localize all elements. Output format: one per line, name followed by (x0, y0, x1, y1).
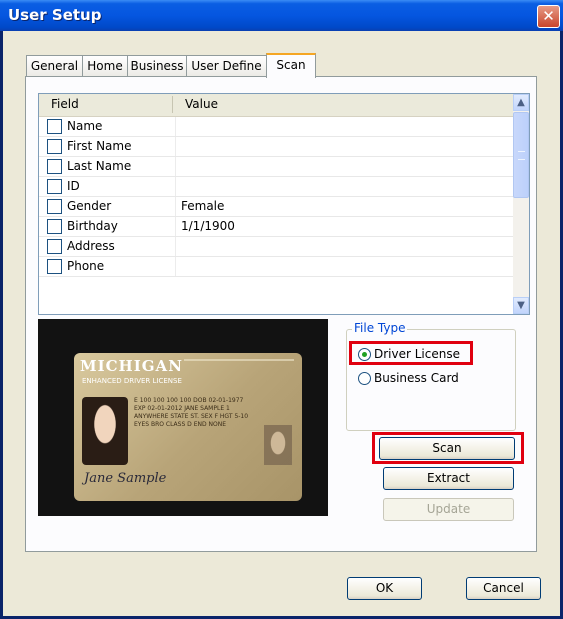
row-checkbox[interactable] (47, 199, 62, 214)
user-setup-window: User Setup ✕ General Home Business User … (0, 0, 563, 619)
field-cell: ID (67, 179, 80, 193)
cell-divider (175, 157, 176, 176)
cell-divider (175, 257, 176, 276)
cell-divider (175, 237, 176, 256)
bridge-graphic (184, 359, 294, 391)
grid-row[interactable]: ID (39, 177, 513, 197)
grid-header: Field Value (39, 94, 513, 117)
scanned-image-preview: MICHIGAN ENHANCED DRIVER LICENSE E 100 1… (38, 319, 328, 516)
row-checkbox[interactable] (47, 179, 62, 194)
tab-user-define[interactable]: User Define (186, 55, 267, 76)
ok-button[interactable]: OK (347, 577, 422, 600)
value-column-header[interactable]: Value (185, 97, 218, 111)
tab-business[interactable]: Business (127, 55, 187, 76)
scroll-thumb[interactable] (513, 112, 529, 198)
grid-row[interactable]: Name (39, 117, 513, 137)
cancel-button[interactable]: Cancel (466, 577, 541, 600)
grid-row[interactable]: Last Name (39, 157, 513, 177)
extract-button[interactable]: Extract (383, 467, 514, 490)
grip-icon (518, 151, 525, 160)
tab-home[interactable]: Home (82, 55, 128, 76)
close-button[interactable]: ✕ (537, 5, 560, 28)
signature: Jane Sample (84, 471, 167, 486)
field-cell: Phone (67, 259, 105, 273)
field-cell: Birthday (67, 219, 118, 233)
value-cell[interactable]: Female (181, 199, 224, 213)
highlight-box-scan (372, 432, 524, 464)
grid-row[interactable]: Address (39, 237, 513, 257)
row-checkbox[interactable] (47, 119, 62, 134)
title-bar[interactable]: User Setup ✕ (0, 0, 563, 31)
cell-divider (175, 197, 176, 216)
field-cell: Gender (67, 199, 112, 213)
cell-divider (175, 137, 176, 156)
cell-divider (175, 117, 176, 136)
cell-divider (175, 177, 176, 196)
field-cell: Address (67, 239, 115, 253)
window-title: User Setup (8, 6, 102, 24)
tab-general[interactable]: General (26, 55, 83, 76)
scroll-up-button[interactable]: ▲ (513, 94, 529, 111)
field-cell: First Name (67, 139, 132, 153)
radio-business-card[interactable]: Business Card (358, 370, 508, 388)
row-checkbox[interactable] (47, 259, 62, 274)
radio-unselected-icon[interactable] (358, 372, 371, 385)
row-checkbox[interactable] (47, 139, 62, 154)
field-cell: Last Name (67, 159, 132, 173)
field-grid[interactable]: Field Value Name First Name Last Name ID… (38, 93, 530, 315)
card-subtitle: ENHANCED DRIVER LICENSE (82, 377, 182, 385)
scroll-down-button[interactable]: ▼ (513, 297, 529, 314)
driver-license-image: MICHIGAN ENHANCED DRIVER LICENSE E 100 1… (74, 353, 302, 501)
dialog-body: General Home Business User Define Scan F… (3, 31, 560, 616)
card-title: MICHIGAN (80, 357, 183, 375)
highlight-box-driver-license (349, 341, 473, 365)
grid-row[interactable]: Phone (39, 257, 513, 277)
row-checkbox[interactable] (47, 159, 62, 174)
grid-row[interactable]: Birthday 1/1/1900 (39, 217, 513, 237)
card-details: E 100 100 100 100 DOB 02-01-1977 EXP 02-… (134, 397, 249, 428)
row-checkbox[interactable] (47, 239, 62, 254)
cell-divider (175, 217, 176, 236)
portrait-photo (82, 397, 128, 465)
value-cell[interactable]: 1/1/1900 (181, 219, 235, 233)
grid-scrollbar[interactable]: ▲ ▼ (513, 94, 529, 314)
grid-row[interactable]: Gender Female (39, 197, 513, 217)
field-cell: Name (67, 119, 103, 133)
update-button[interactable]: Update (383, 498, 514, 521)
file-type-legend: File Type (352, 321, 408, 335)
ghost-portrait (264, 425, 292, 465)
tab-scan[interactable]: Scan (266, 53, 316, 78)
grid-row[interactable]: First Name (39, 137, 513, 157)
field-column-header[interactable]: Field (51, 97, 79, 111)
scan-tab-panel: Field Value Name First Name Last Name ID… (25, 76, 537, 552)
radio-label[interactable]: Business Card (374, 371, 459, 385)
column-separator[interactable] (172, 96, 173, 113)
row-checkbox[interactable] (47, 219, 62, 234)
